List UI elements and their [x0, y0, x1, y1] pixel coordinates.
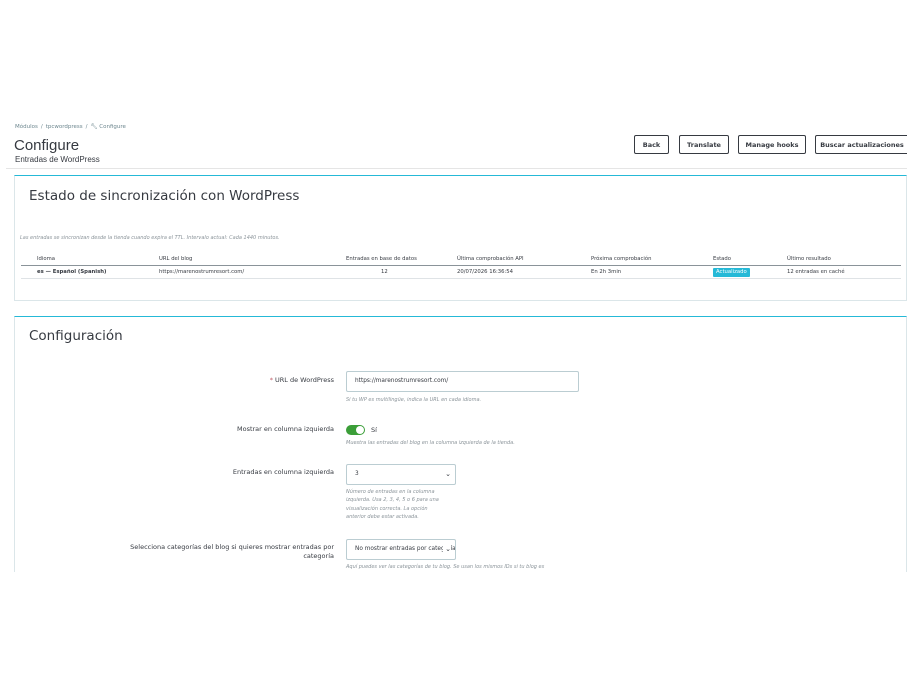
categories-value: No mostrar entradas por categoría — [355, 546, 456, 552]
categories-help: Aquí puedes ver las categorías de tu blo… — [346, 564, 545, 570]
sync-note: Las entradas se sincronizan desde la tie… — [20, 235, 280, 241]
table-row: es — Español (Spanish) https://marenostr… — [21, 266, 901, 279]
entries-left-label: Entradas en columna izquierda — [232, 468, 334, 476]
breadcrumb-configure: Configure — [99, 124, 126, 130]
row-next-check: En 2h 3min — [591, 269, 622, 275]
status-badge: Actualizado — [713, 268, 750, 277]
categories-label: Selecciona categorías del blog si quiere… — [130, 543, 334, 561]
breadcrumb: Módulos / tpcwordpress / 🔧︎ Configure — [15, 124, 126, 130]
row-result: 12 entradas en caché — [787, 269, 845, 275]
wp-url-label-text: URL de WordPress — [275, 376, 334, 384]
left-column-toggle[interactable] — [346, 425, 365, 435]
col-entries: Entradas en base de datos — [346, 256, 417, 262]
page-title: Configure — [14, 137, 80, 154]
chevron-down-icon: ⌄ — [443, 540, 451, 559]
page-viewport: Módulos / tpcwordpress / 🔧︎ Configure Config… — [0, 112, 907, 572]
header-divider — [6, 168, 907, 169]
col-result: Último resultado — [787, 256, 831, 262]
entries-left-help: Número de entradas en la columna izquier… — [346, 488, 439, 521]
left-column-help: Muestra las entradas del blog en la colu… — [346, 440, 515, 446]
wrench-icon: 🔧︎ — [90, 124, 98, 130]
col-last-check: Última comprobación API — [457, 256, 524, 262]
wp-url-help: Si tu WP es multilingüe, indica la URL e… — [346, 397, 482, 403]
col-idioma: Idioma — [37, 256, 56, 262]
entries-left-help-line: Número de entradas en la columna — [346, 489, 435, 495]
manage-hooks-button[interactable]: Manage hooks — [738, 135, 806, 154]
toggle-knob — [356, 426, 364, 434]
categories-select[interactable]: No mostrar entradas por categoría ⌄ — [346, 539, 456, 560]
back-button[interactable]: Back — [634, 135, 669, 154]
col-next-check: Próxima comprobación — [591, 256, 652, 262]
page-subtitle: Entradas de WordPress — [15, 155, 100, 164]
sync-panel-title: Estado de sincronización con WordPress — [29, 188, 300, 204]
entries-left-help-line: izquierda. Usa 2, 3, 4, 5 o 6 para una — [346, 497, 439, 504]
row-url: https://marenostrumresort.com/ — [159, 269, 245, 275]
wp-url-label: * URL de WordPress — [270, 376, 334, 385]
entries-left-value: 3 — [355, 471, 359, 477]
left-column-label: Mostrar en columna izquierda — [236, 425, 334, 433]
categories-label-line1: Selecciona categorías del blog si quiere… — [130, 543, 334, 551]
row-language: es — Español (Spanish) — [37, 269, 107, 275]
col-status: Estado — [713, 256, 732, 262]
breadcrumb-modules[interactable]: Módulos — [15, 124, 38, 130]
left-column-toggle-label: Sí — [371, 426, 377, 434]
check-updates-button[interactable]: Buscar actualizaciones — [815, 135, 907, 154]
entries-left-help-line: anterior debe estar activada. — [346, 513, 419, 520]
entries-left-help-line: visualización correcta. La opción — [346, 505, 428, 512]
chevron-down-icon: ⌄ — [445, 470, 451, 478]
row-last-check: 20/07/2026 16:36:54 — [457, 269, 514, 275]
row-status-cell: Actualizado — [713, 266, 750, 278]
breadcrumb-tpcwordpress[interactable]: tpcwordpress — [46, 124, 83, 130]
translate-button[interactable]: Translate — [679, 135, 729, 154]
config-panel-title: Configuración — [29, 328, 123, 344]
sync-table-header: Idioma URL del blog Entradas en base de … — [21, 253, 901, 266]
col-url: URL del blog — [159, 256, 193, 262]
wp-url-input[interactable]: https://marenostrumresort.com/ — [346, 371, 579, 392]
entries-left-select[interactable]: 3 ⌄ — [346, 464, 456, 485]
categories-label-line2: categoría — [303, 552, 334, 560]
row-entries: 12 — [381, 269, 388, 275]
